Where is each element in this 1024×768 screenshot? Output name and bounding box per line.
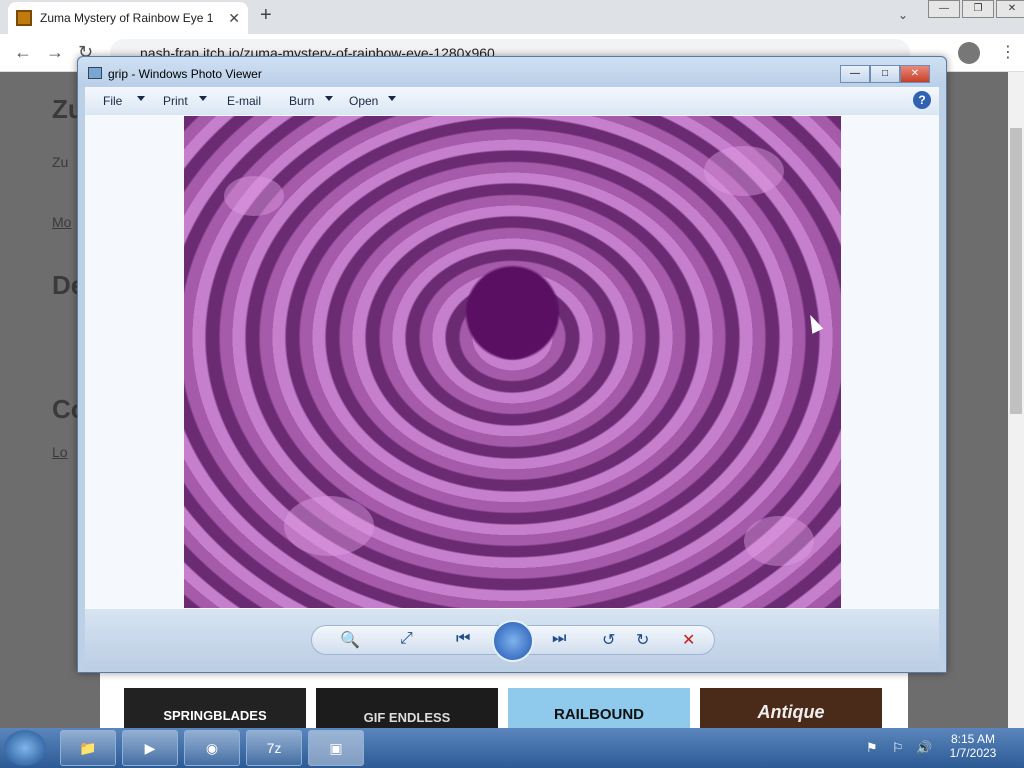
taskbar-media-player[interactable]: ▶ (122, 730, 178, 766)
minimize-icon[interactable]: — (928, 0, 960, 18)
taskbar-chrome[interactable]: ◉ (184, 730, 240, 766)
network-icon[interactable]: ⚑ (866, 740, 878, 756)
kebab-menu-icon[interactable]: ⋮ (1000, 42, 1016, 62)
slideshow-button[interactable] (492, 620, 534, 662)
window-title: grip - Windows Photo Viewer (108, 67, 262, 81)
volume-icon[interactable]: 🔊 (916, 740, 932, 756)
back-arrow-icon[interactable]: ← (14, 42, 32, 63)
close-icon[interactable]: ✕ (900, 65, 930, 83)
photo-viewer-menubar: File Print E-mail Burn Open ? (85, 87, 939, 115)
menu-file[interactable]: File (103, 94, 122, 108)
taskbar-explorer[interactable]: 📁 (60, 730, 116, 766)
photo-viewer-window: grip - Windows Photo Viewer — □ ✕ File P… (77, 56, 947, 673)
forward-arrow-icon[interactable]: → (46, 42, 64, 63)
maximize-icon[interactable]: □ (870, 65, 900, 83)
restore-icon[interactable]: ❐ (962, 0, 994, 18)
photo-viewer-titlebar[interactable]: grip - Windows Photo Viewer — □ ✕ (78, 57, 946, 87)
system-clock[interactable]: 8:15 AM 1/7/2023 (944, 732, 1002, 760)
playback-controls: 🔍 ⤢ ⏮ ⏭ ↺ ↻ ✕ (311, 620, 715, 662)
rotate-counterclockwise-icon[interactable]: ↺ (602, 630, 615, 650)
new-tab-button[interactable]: + (260, 4, 272, 27)
actual-size-icon[interactable]: ⤢ (400, 630, 413, 648)
taskbar-7zip[interactable]: 7z (246, 730, 302, 766)
game-thumbnail[interactable]: Antique (700, 688, 882, 728)
browser-tab-bar: Zuma Mystery of Rainbow Eye 1 ✕ + ⌄ — ❐ … (0, 0, 1024, 34)
delete-icon[interactable]: ✕ (682, 630, 695, 650)
close-tab-icon[interactable]: ✕ (228, 10, 240, 27)
texture-spot (704, 146, 784, 196)
texture-spot (744, 516, 814, 566)
image-canvas (85, 115, 939, 609)
zoom-icon[interactable]: 🔍 (340, 630, 360, 650)
chevron-down-icon[interactable] (325, 96, 333, 101)
tab-title: Zuma Mystery of Rainbow Eye 1 (40, 11, 214, 25)
windows-taskbar: 📁 ▶ ◉ 7z ▣ ⚑ ⚐ 🔊 8:15 AM 1/7/2023 (0, 728, 1024, 768)
page-text: Zu (52, 154, 69, 170)
rotate-clockwise-icon[interactable]: ↻ (636, 630, 649, 650)
more-link[interactable]: Mo (52, 214, 71, 230)
taskbar-photo-viewer[interactable]: ▣ (308, 730, 364, 766)
chevron-down-icon[interactable] (137, 96, 145, 101)
menu-email[interactable]: E-mail (227, 94, 261, 108)
viewer-control-strip: 🔍 ⤢ ⏮ ⏭ ↺ ↻ ✕ (85, 609, 939, 669)
menu-print[interactable]: Print (163, 94, 188, 108)
browser-window-controls: — ❐ ✕ (926, 0, 1024, 18)
game-thumbnail[interactable]: GIF ENDLESS (316, 688, 498, 728)
viewer-window-controls: — □ ✕ (840, 65, 930, 83)
next-icon[interactable]: ⏭ (552, 630, 566, 648)
photo-viewer-icon (88, 67, 102, 79)
profile-avatar[interactable] (958, 42, 980, 64)
displayed-photo (184, 116, 841, 608)
login-link[interactable]: Lo (52, 444, 68, 460)
previous-icon[interactable]: ⏮ (456, 630, 470, 648)
chevron-down-icon[interactable] (388, 96, 396, 101)
menu-burn[interactable]: Burn (289, 94, 314, 108)
tab-search-icon[interactable]: ⌄ (898, 8, 908, 22)
action-center-icon[interactable]: ⚐ (892, 740, 904, 756)
menu-open[interactable]: Open (349, 94, 378, 108)
close-icon[interactable]: ✕ (996, 0, 1024, 18)
game-thumbnail[interactable]: RAILBOUND (508, 688, 690, 728)
clock-date: 1/7/2023 (949, 746, 997, 760)
start-button[interactable] (4, 730, 46, 766)
scrollbar-thumb[interactable] (1010, 128, 1022, 414)
favicon-icon (16, 10, 32, 26)
texture-spot (224, 176, 284, 216)
browser-tab[interactable]: Zuma Mystery of Rainbow Eye 1 ✕ (8, 2, 248, 34)
game-thumbnail[interactable]: SPRINGBLADES (124, 688, 306, 728)
clock-time: 8:15 AM (950, 732, 996, 746)
chevron-down-icon[interactable] (199, 96, 207, 101)
help-icon[interactable]: ? (913, 91, 931, 109)
minimize-icon[interactable]: — (840, 65, 870, 83)
texture-spot (284, 496, 374, 556)
